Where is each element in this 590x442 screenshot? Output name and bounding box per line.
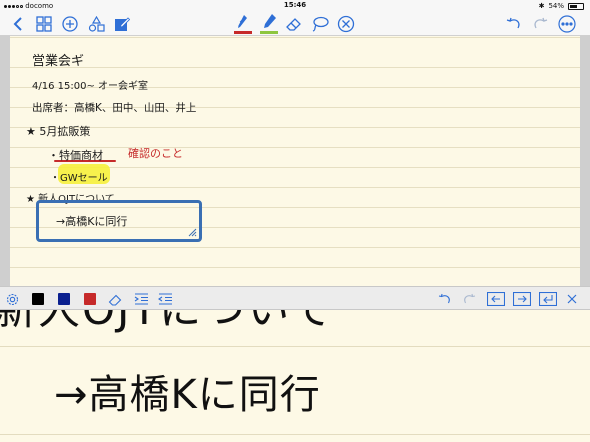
close-zoom-icon[interactable] — [564, 291, 580, 307]
grid-icon[interactable] — [34, 14, 54, 34]
lasso-icon[interactable] — [310, 14, 330, 34]
ruled-line — [0, 434, 590, 435]
pen-icon[interactable] — [232, 14, 254, 34]
note-page[interactable]: 営業会ギ 4/16 15:00~ オー会ギ室 出席者：高橋K、田中、山田、井上 … — [10, 36, 580, 286]
resize-grip-icon[interactable] — [187, 227, 197, 237]
note-line: ・特価商材 — [48, 149, 103, 162]
indent-icon[interactable] — [132, 291, 150, 307]
undo-icon[interactable] — [504, 14, 524, 34]
battery-label: 54% — [548, 2, 564, 10]
color-swatch-navy[interactable] — [56, 291, 72, 307]
zoom-selection-box[interactable] — [36, 200, 202, 242]
shapes-icon[interactable] — [86, 14, 106, 34]
main-toolbar — [0, 12, 590, 36]
bluetooth-icon: ✱ — [538, 2, 545, 10]
zoom-undo-icon[interactable] — [436, 291, 454, 307]
zoom-current-text: →高橋Kに同行 — [54, 372, 321, 418]
clock: 15:46 — [283, 1, 307, 9]
redo-icon[interactable] — [530, 14, 550, 34]
eraser-icon[interactable] — [284, 14, 304, 34]
new-line-icon[interactable] — [538, 291, 558, 307]
color-swatch-red[interactable] — [82, 291, 98, 307]
zoom-toolbar — [0, 286, 590, 310]
highlighter-icon[interactable] — [258, 14, 280, 34]
add-icon[interactable] — [60, 14, 80, 34]
note-line: 出席者：高橋K、田中、山田、井上 — [32, 102, 197, 114]
color-swatch-black[interactable] — [30, 291, 46, 307]
settings-icon[interactable] — [4, 291, 20, 307]
zoom-redo-icon[interactable] — [460, 291, 478, 307]
battery-icon — [568, 2, 584, 10]
status-bar: docomo 15:46 ✱ 54% — [0, 0, 590, 12]
note-title: 営業会ギ — [32, 54, 85, 69]
ruled-line — [0, 346, 590, 347]
back-icon[interactable] — [8, 14, 28, 34]
edit-note-icon[interactable] — [112, 14, 132, 34]
more-icon[interactable] — [557, 14, 577, 34]
zoom-writing-area[interactable]: 新人OJTについて →高橋Kに同行 — [0, 310, 590, 442]
note-line: ・GWセール — [50, 173, 108, 184]
status-right: ✱ 54% — [539, 2, 584, 10]
page-area: 営業会ギ 4/16 15:00~ オー会ギ室 出席者：高橋K、田中、山田、井上 … — [0, 36, 590, 286]
note-line: 4/16 15:00~ オー会ギ室 — [32, 81, 149, 92]
note-line: ★ 5月拡販策 — [26, 125, 91, 138]
note-line-red: 確認のこと — [128, 147, 183, 160]
move-left-icon[interactable] — [486, 291, 506, 307]
eraser-icon[interactable] — [106, 291, 124, 307]
close-circle-icon[interactable] — [336, 14, 356, 34]
move-right-icon[interactable] — [512, 291, 532, 307]
zoom-prev-line-text: 新人OJTについて — [0, 310, 334, 337]
outdent-icon[interactable] — [156, 291, 174, 307]
